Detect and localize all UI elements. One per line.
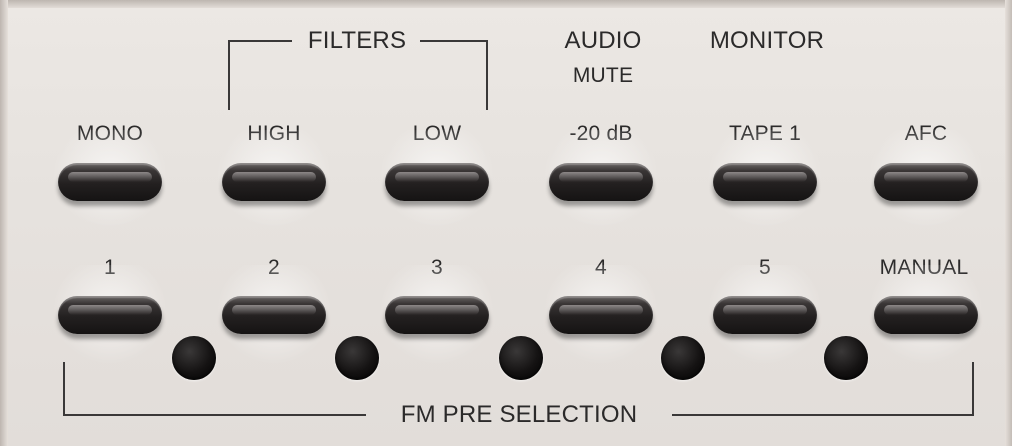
panel-left-bevel — [0, 0, 8, 446]
preset-2-button[interactable] — [222, 296, 326, 334]
filters-bracket-top-right — [420, 40, 488, 42]
control-panel: FILTERS AUDIO MUTE MONITOR MONO HIGH LOW… — [0, 0, 1012, 446]
panel-top-bevel — [0, 0, 1012, 8]
mute-group-label: MUTE — [572, 64, 634, 87]
filters-bracket-right — [486, 40, 488, 110]
low-filter-button[interactable] — [385, 163, 489, 201]
manual-button[interactable] — [874, 296, 978, 334]
audio-group-label: AUDIO — [564, 27, 642, 54]
preset-5-indicator-led — [824, 336, 868, 380]
filters-bracket-left — [228, 40, 230, 110]
monitor-group-label: MONITOR — [709, 27, 825, 54]
high-filter-button[interactable] — [222, 163, 326, 201]
preset-5-button[interactable] — [713, 296, 817, 334]
afc-button[interactable] — [874, 163, 978, 201]
preset-3-indicator-led — [499, 336, 543, 380]
preset-2-indicator-led — [335, 336, 379, 380]
preset-4-button[interactable] — [549, 296, 653, 334]
mono-button[interactable] — [58, 163, 162, 201]
tape1-monitor-button[interactable] — [713, 163, 817, 201]
filters-bracket-top-left — [228, 40, 292, 42]
preset-3-button[interactable] — [385, 296, 489, 334]
filters-group-label: FILTERS — [307, 27, 407, 54]
preset-1-indicator-led — [172, 336, 216, 380]
preset-4-indicator-led — [661, 336, 705, 380]
fm-pre-selection-label: FM PRE SELECTION — [400, 401, 638, 428]
fm-bracket-bottom-right — [672, 414, 974, 416]
panel-right-bevel — [1005, 0, 1012, 446]
fm-bracket-right — [972, 362, 974, 416]
mute-20db-button[interactable] — [549, 163, 653, 201]
fm-bracket-left — [63, 362, 65, 416]
preset-1-button[interactable] — [58, 296, 162, 334]
fm-bracket-bottom-left — [63, 414, 366, 416]
